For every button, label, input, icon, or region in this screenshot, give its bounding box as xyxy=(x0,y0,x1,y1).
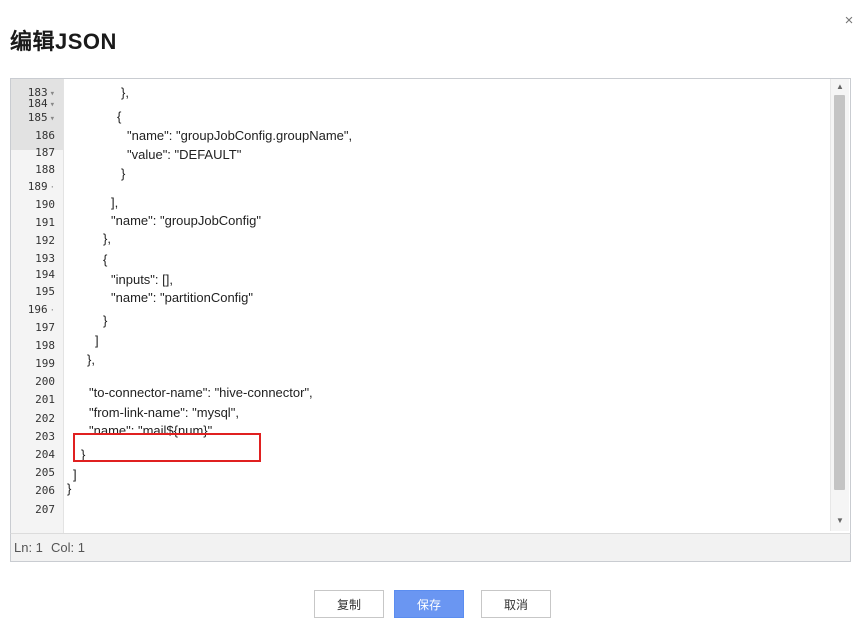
line-number: 195 xyxy=(11,285,63,299)
line-number: 184 ▾ xyxy=(11,97,63,112)
vertical-scrollbar[interactable]: ▲ ▼ xyxy=(830,79,849,531)
line-number: 201 xyxy=(11,393,63,407)
line-number: 204 xyxy=(11,448,63,462)
code-line: ] xyxy=(95,333,99,348)
copy-button[interactable]: 复制 xyxy=(314,590,384,618)
line-number: 205 xyxy=(11,466,63,480)
line-number-text: 188 xyxy=(35,163,55,176)
dialog-title: 编辑JSON xyxy=(10,29,117,54)
line-number-text: 199 xyxy=(35,357,55,370)
code-line: }, xyxy=(87,352,95,367)
line-number: 189 · xyxy=(11,180,63,195)
fold-toggle-icon[interactable]: ▾ xyxy=(50,100,55,110)
line-number: 202 xyxy=(11,412,63,426)
save-button[interactable]: 保存 xyxy=(394,590,464,618)
code-line: "name": "partitionConfig" xyxy=(111,290,254,305)
code-line: } xyxy=(103,313,108,328)
line-number-text: 190 xyxy=(35,198,55,211)
code-line: "inputs": [], xyxy=(111,272,173,287)
line-number-text: 191 xyxy=(35,216,55,229)
scroll-down-icon[interactable]: ▼ xyxy=(834,515,846,527)
code-line: } xyxy=(67,481,72,496)
code-line: "value": "DEFAULT" xyxy=(127,147,242,162)
status-line: Ln: 1 xyxy=(14,540,43,555)
line-number: 187 xyxy=(11,146,63,160)
line-number: 207 xyxy=(11,503,63,517)
line-number: 199 xyxy=(11,357,63,371)
code-line: "name": "groupJobConfig" xyxy=(111,213,261,228)
line-number-text: 192 xyxy=(35,234,55,247)
line-number: 206 xyxy=(11,484,63,498)
editor-statusbar: Ln: 1 Col: 1 xyxy=(10,533,851,562)
line-number-text: 189 xyxy=(27,180,48,193)
line-number-text: 185 xyxy=(27,111,48,124)
line-number-text: 203 xyxy=(35,430,55,443)
line-number: 197 xyxy=(11,321,63,335)
line-number-text: 198 xyxy=(35,339,55,352)
close-icon[interactable]: × xyxy=(842,13,856,28)
line-number-text: 200 xyxy=(35,375,55,388)
line-number-text: 207 xyxy=(35,503,55,516)
json-editor[interactable]: 183 ▾ 184 ▾ 185 ▾ 186 187 188 189 · 190 191 192 193 194… xyxy=(10,78,851,534)
code-line: }, xyxy=(103,231,111,246)
code-line: { xyxy=(117,109,122,124)
highlight-box xyxy=(73,433,261,462)
fold-toggle-icon[interactable]: · xyxy=(50,306,55,316)
scroll-up-icon[interactable]: ▲ xyxy=(834,81,846,93)
line-number-text: 194 xyxy=(35,268,55,281)
line-number-text: 186 xyxy=(35,129,55,142)
line-number: 198 xyxy=(11,339,63,353)
code-line: { xyxy=(103,252,108,267)
line-number: 200 xyxy=(11,375,63,389)
line-number-text: 196 xyxy=(27,303,48,316)
cancel-button[interactable]: 取消 xyxy=(481,590,551,618)
status-column: Col: 1 xyxy=(51,540,85,555)
line-number: 188 xyxy=(11,163,63,177)
scrollbar-thumb[interactable] xyxy=(834,95,845,490)
code-line: } xyxy=(121,166,126,181)
line-number: 185 ▾ xyxy=(11,111,63,126)
line-number-text: 193 xyxy=(35,252,55,265)
line-number-text: 197 xyxy=(35,321,55,334)
fold-toggle-icon[interactable]: · xyxy=(50,183,55,193)
line-number: 193 xyxy=(11,252,63,266)
line-number: 196 · xyxy=(11,303,63,318)
line-number: 191 xyxy=(11,216,63,230)
line-number-text: 205 xyxy=(35,466,55,479)
line-number: 190 xyxy=(11,198,63,212)
code-line: "to-connector-name": "hive-connector", xyxy=(89,385,313,400)
line-number-text: 187 xyxy=(35,146,55,159)
fold-toggle-icon[interactable]: ▾ xyxy=(50,114,55,124)
code-line: ], xyxy=(111,195,119,210)
line-number-text: 201 xyxy=(35,393,55,406)
line-number-text: 195 xyxy=(35,285,55,298)
code-line: "from-link-name": "mysql", xyxy=(89,405,239,420)
line-number-text: 206 xyxy=(35,484,55,497)
line-number-text: 204 xyxy=(35,448,55,461)
code-line: "name": "groupJobConfig.groupName", xyxy=(127,128,353,143)
code-line: }, xyxy=(121,85,129,100)
line-number: 186 xyxy=(11,129,63,143)
line-number-text: 202 xyxy=(35,412,55,425)
line-number-text: 184 xyxy=(27,97,48,110)
line-number: 192 xyxy=(11,234,63,248)
line-number: 194 xyxy=(11,268,63,282)
line-number: 203 xyxy=(11,430,63,444)
code-line: ] xyxy=(73,467,77,482)
